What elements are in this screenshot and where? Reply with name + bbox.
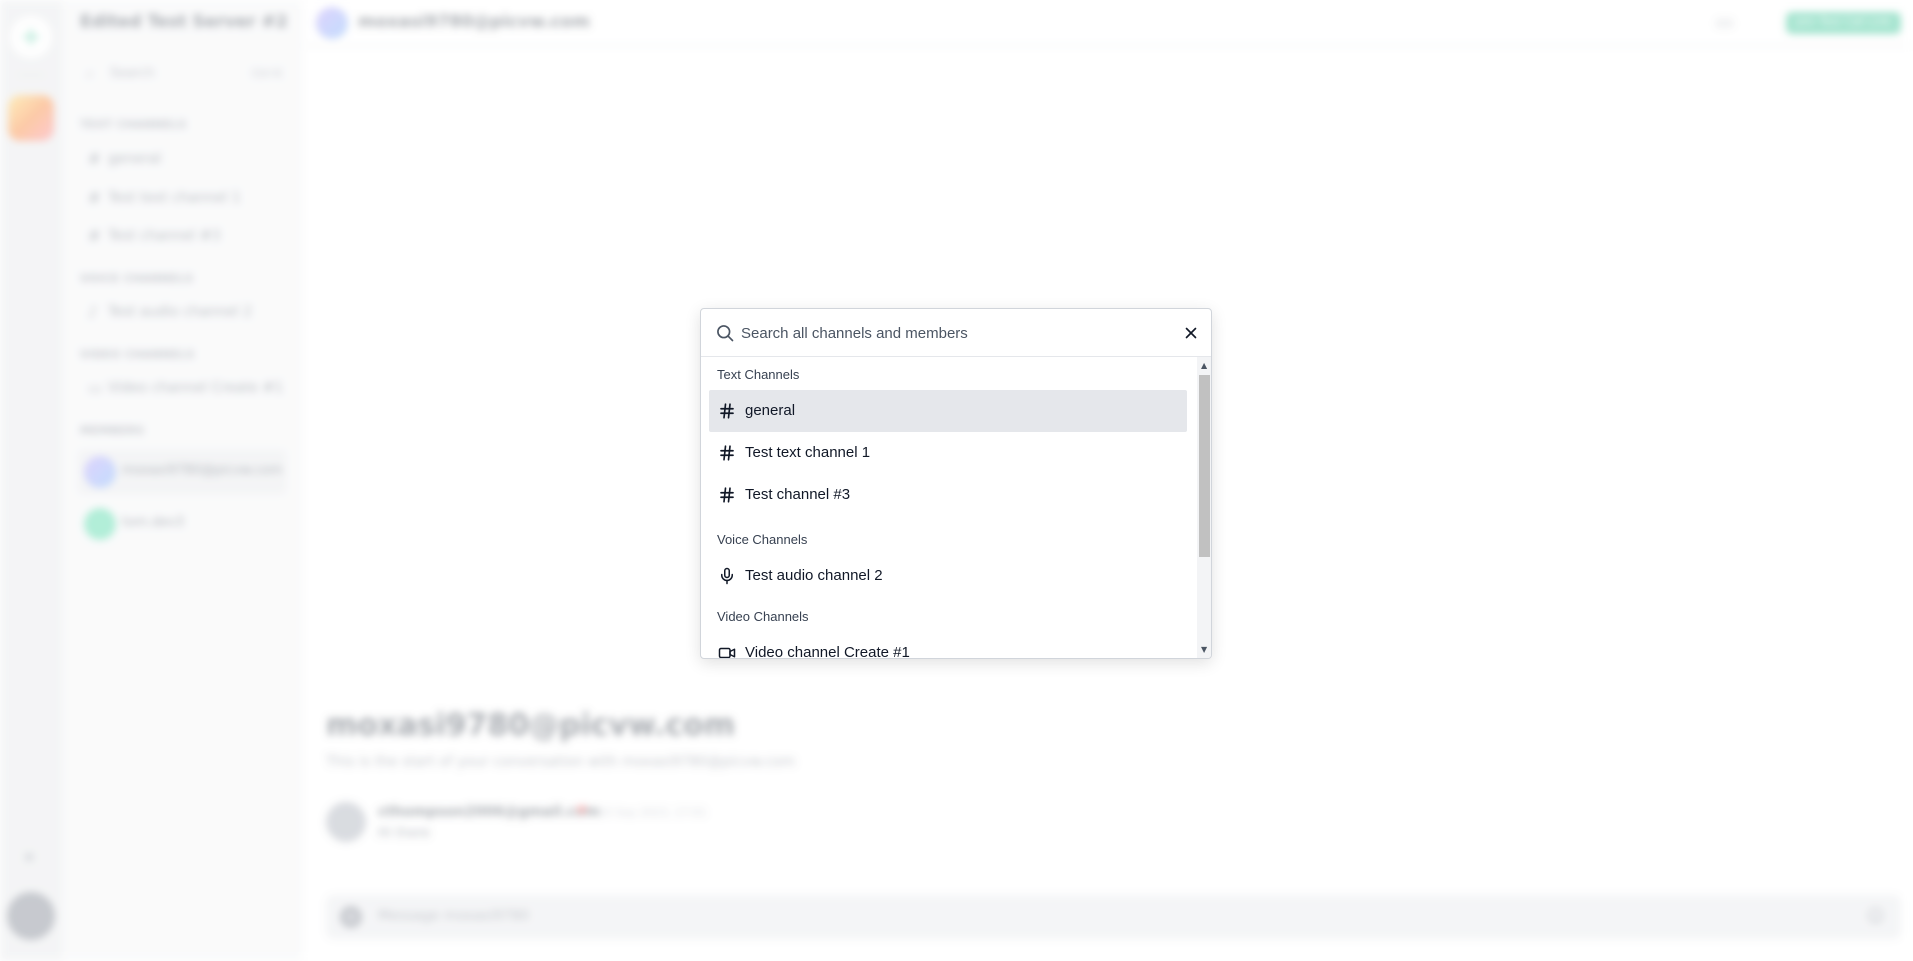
result-item-audio-2[interactable]: Test audio channel 2	[709, 555, 1187, 597]
search-dialog: Text Channels general Test text channel …	[700, 308, 1212, 659]
hash-icon	[720, 487, 734, 503]
scroll-up-icon[interactable]: ▲	[1201, 361, 1207, 370]
close-icon[interactable]	[1182, 324, 1200, 342]
results-scrollbar[interactable]: ▲ ▼	[1197, 357, 1211, 658]
result-item-label: Test audio channel 2	[745, 567, 883, 584]
search-results-list[interactable]: Text Channels general Test text channel …	[701, 357, 1197, 659]
result-item-test-text-1[interactable]: Test text channel 1	[709, 432, 1187, 474]
result-item-test-3[interactable]: Test channel #3	[709, 474, 1187, 516]
group-label-video: Video Channels	[717, 609, 809, 624]
result-item-label: Test text channel 1	[745, 444, 871, 461]
scroll-down-icon[interactable]: ▼	[1201, 645, 1207, 654]
scrollbar-thumb[interactable]	[1199, 375, 1210, 557]
result-item-label: Video channel Create #1	[745, 644, 910, 659]
search-input[interactable]	[741, 317, 1161, 349]
video-icon	[718, 647, 736, 658]
search-icon	[717, 325, 734, 342]
result-item-video-1[interactable]: Video channel Create #1	[709, 632, 1187, 659]
search-dialog-header	[701, 309, 1211, 357]
hash-icon	[720, 403, 734, 419]
result-item-general[interactable]: general	[709, 390, 1187, 432]
hash-icon	[720, 445, 734, 461]
result-item-label: Test channel #3	[745, 486, 851, 503]
mic-icon	[721, 567, 733, 585]
group-label-voice: Voice Channels	[717, 532, 808, 547]
group-label-text: Text Channels	[717, 367, 800, 382]
result-item-label: general	[745, 402, 796, 419]
